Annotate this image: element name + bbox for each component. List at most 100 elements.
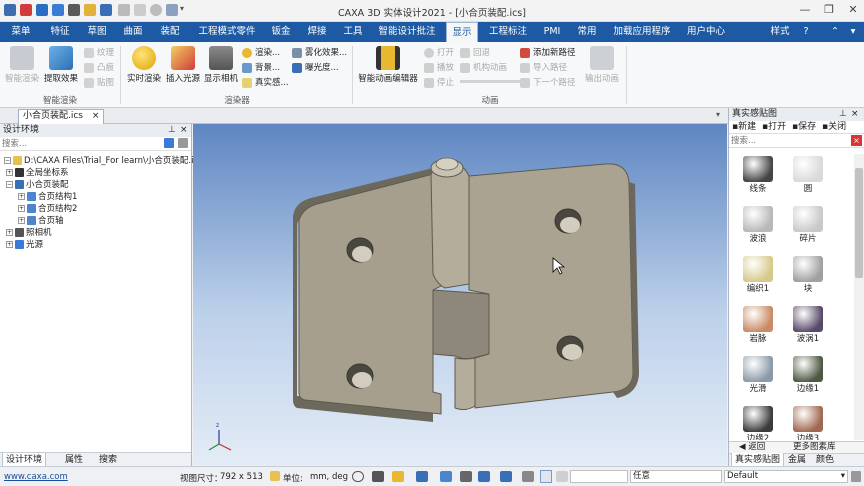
open-library-button[interactable]: ▪打开	[762, 122, 786, 132]
insert-light-button[interactable]: 插入光源	[164, 46, 202, 92]
style-select[interactable]: Default ▾	[724, 470, 848, 483]
pin-icon[interactable]: ⊥	[168, 124, 176, 137]
anim-open-button[interactable]: 打开	[424, 46, 454, 60]
tab-dropdown-icon[interactable]: ▾	[716, 110, 720, 119]
maximize-button[interactable]: ❐	[818, 2, 840, 18]
tab-properties[interactable]: 属性	[62, 453, 86, 467]
menu-item-dimension[interactable]: 工程标注	[484, 22, 532, 42]
clear-search-icon[interactable]: ×	[851, 135, 862, 146]
3d-viewport[interactable]: z	[193, 124, 727, 466]
tree-item-assembly[interactable]: − 小合页装配	[4, 179, 191, 191]
realism-button[interactable]: 真实感...	[242, 76, 289, 90]
orientation-icon[interactable]	[416, 471, 428, 482]
light-toggle-icon[interactable]	[522, 471, 534, 482]
section-icon[interactable]	[460, 471, 472, 482]
panel-close-icon[interactable]: ×	[851, 108, 859, 121]
tree-item-global-coords[interactable]: + 全局坐标系	[4, 167, 191, 179]
material-item[interactable]: 岩脉	[743, 306, 773, 344]
material-item[interactable]: 光滑	[743, 356, 773, 394]
collapse-icon[interactable]: −	[6, 181, 13, 188]
add-path-button[interactable]: 添加新路径	[520, 46, 576, 60]
website-link[interactable]: www.caxa.com	[4, 472, 68, 482]
material-item[interactable]: 线条	[743, 156, 773, 194]
smart-render-button[interactable]: 智能渲染	[4, 46, 40, 92]
new-library-button[interactable]: ▪新建	[732, 122, 756, 132]
material-item[interactable]: 边缘2	[743, 406, 773, 440]
expand-icon[interactable]: +	[18, 193, 25, 200]
animation-editor-button[interactable]: 智能动画编辑器	[356, 46, 420, 92]
scrollbar-thumb[interactable]	[855, 168, 863, 278]
ribbon-options-icon[interactable]: ▾	[846, 22, 860, 42]
material-item[interactable]: 边缘1	[793, 356, 823, 394]
view-icon[interactable]	[392, 471, 404, 482]
close-tab-icon[interactable]: ×	[92, 111, 100, 121]
menu-item-display[interactable]: 显示	[446, 22, 478, 42]
tab-design-environment[interactable]: 设计环境	[2, 453, 47, 467]
minimize-button[interactable]: —	[794, 2, 816, 18]
shading-icon[interactable]	[478, 471, 490, 482]
bump-button[interactable]: 凸痕	[84, 61, 114, 75]
material-item[interactable]: 边缘3	[793, 406, 823, 440]
material-item[interactable]: 圆	[793, 156, 823, 194]
selection-filter-box[interactable]	[570, 470, 628, 483]
menu-item-sketch[interactable]: 草图	[82, 22, 112, 42]
background-button[interactable]: 背景...	[242, 61, 280, 75]
menu-item-welding[interactable]: 焊接	[302, 22, 332, 42]
menu-item-surface[interactable]: 曲面	[118, 22, 148, 42]
tab-metal[interactable]: 金属	[785, 453, 809, 467]
search-filter-icon[interactable]	[164, 138, 174, 148]
menu-item-assembly[interactable]: 装配	[154, 22, 186, 42]
import-path-button[interactable]: 导入路径	[520, 61, 567, 75]
tree-item-hinge-axis[interactable]: + 合页轴	[4, 215, 191, 227]
animation-slider[interactable]	[460, 80, 520, 83]
menu-item-load-app[interactable]: 加载应用程序	[608, 22, 676, 42]
menu-item-user-center[interactable]: 用户中心	[682, 22, 730, 42]
next-path-button[interactable]: 下一个路径	[520, 76, 576, 90]
menu-item-smart-annotation[interactable]: 智能设计批注	[374, 22, 440, 42]
expand-icon[interactable]: +	[6, 169, 13, 176]
zoom-icon[interactable]	[352, 471, 364, 482]
material-item[interactable]: 波涡1	[793, 306, 823, 344]
tree-search-input[interactable]	[0, 137, 160, 150]
menu-item-tools[interactable]: 工具	[338, 22, 368, 42]
mechanism-anim-button[interactable]: 机构动画	[460, 61, 507, 75]
material-item[interactable]: 块	[793, 256, 823, 294]
texture-scrollbar[interactable]	[854, 154, 864, 440]
document-tab[interactable]: 小合页装配.ics ×	[18, 109, 105, 124]
style-menu[interactable]: 样式	[766, 22, 794, 42]
exposure-button[interactable]: 曝光度...	[292, 61, 339, 75]
menu-item-feature[interactable]: 特征	[44, 22, 76, 42]
fog-effect-button[interactable]: 雾化效果...	[292, 46, 347, 60]
close-button[interactable]: ✕	[842, 2, 864, 18]
decal-button[interactable]: 贴图	[84, 76, 114, 90]
pin-icon[interactable]: ⊥	[839, 108, 847, 121]
tree-item-hinge-1[interactable]: + 合页结构1	[4, 191, 191, 203]
pick-mode-select[interactable]: 任意	[630, 470, 722, 483]
expand-icon[interactable]: +	[6, 241, 13, 248]
tab-realistic-texture[interactable]: 真实感贴图	[731, 453, 785, 467]
panel-close-icon[interactable]: ×	[180, 124, 188, 137]
tab-search[interactable]: 搜索	[96, 453, 120, 467]
menu-item-common[interactable]: 常用	[572, 22, 602, 42]
back-button[interactable]: ◀ 返回	[739, 442, 765, 453]
render-button[interactable]: 渲染...	[242, 46, 280, 60]
tab-color[interactable]: 颜色	[813, 453, 837, 467]
menu-item-menu[interactable]: 菜单	[4, 22, 38, 42]
more-library-button[interactable]: 更多图素库	[793, 442, 836, 453]
realtime-render-button[interactable]: 实时渲染	[124, 46, 164, 92]
texture-button[interactable]: 纹理	[84, 46, 114, 60]
expand-icon[interactable]: +	[6, 229, 13, 236]
material-item[interactable]: 波浪	[743, 206, 773, 244]
export-animation-button[interactable]: 输出动画	[582, 46, 622, 92]
anim-rewind-button[interactable]: 回退	[460, 46, 490, 60]
help-icon[interactable]: ?	[798, 22, 814, 42]
material-item[interactable]: 编织1	[743, 256, 773, 294]
tree-item-root[interactable]: − D:\CAXA Files\Trial_For learn\小合页装配.ics	[4, 155, 203, 167]
menu-item-engineering-part[interactable]: 工程模式零件	[192, 22, 262, 42]
close-library-button[interactable]: ▪关闭	[822, 122, 846, 132]
ribbon-collapse-icon[interactable]: ⌃	[828, 22, 842, 42]
tree-item-lights[interactable]: + 光源	[4, 239, 191, 251]
menu-item-sheet-metal[interactable]: 钣金	[266, 22, 296, 42]
select-pointer-icon[interactable]	[540, 470, 552, 483]
search-options-icon[interactable]	[178, 138, 188, 148]
